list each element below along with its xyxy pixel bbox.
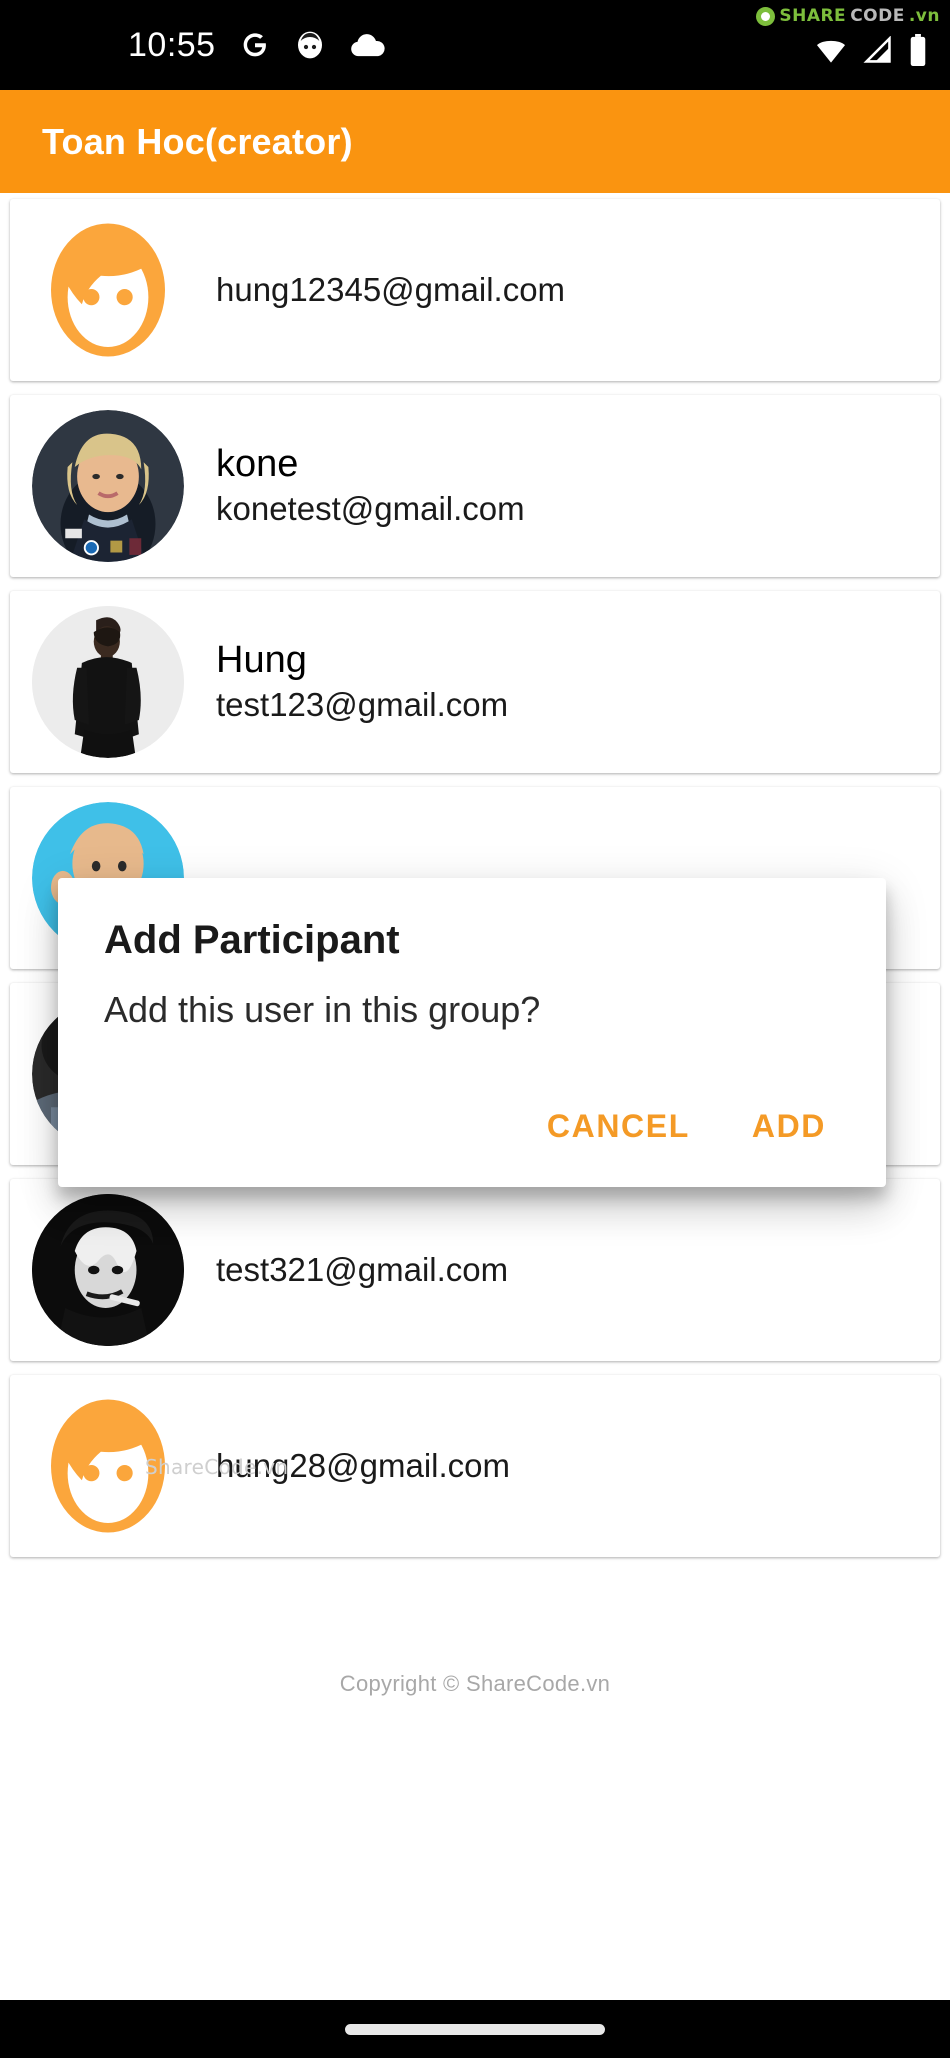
participant-name: kone <box>216 442 299 485</box>
home-gesture-pill[interactable] <box>345 2023 605 2035</box>
cancel-button[interactable]: CANCEL <box>523 1092 714 1161</box>
status-bar: 10:55 SHARE CODE .vn <box>0 0 950 90</box>
list-item[interactable]: Hung test123@gmail.com <box>10 591 940 773</box>
watermark-share-text: SHARE <box>779 6 847 26</box>
avatar <box>32 410 184 562</box>
list-item[interactable]: test321@gmail.com <box>10 1179 940 1361</box>
avatar <box>32 1194 184 1346</box>
list-item-text: hung12345@gmail.com <box>216 269 565 312</box>
avatar <box>32 606 184 758</box>
dialog-actions: CANCEL ADD <box>104 1092 850 1187</box>
dialog-title: Add Participant <box>104 918 400 962</box>
participant-email: konetest@gmail.com <box>216 490 525 528</box>
dialog-message: Add this user in this group? <box>104 989 541 1030</box>
copyright-text: Copyright © ShareCode.vn <box>339 1671 611 1696</box>
watermark-code-text: CODE <box>850 6 905 26</box>
list-item[interactable]: hung12345@gmail.com <box>10 199 940 381</box>
inline-sharecode-watermark: ShareCode.vn <box>145 1455 289 1479</box>
participant-name: Hung <box>216 638 307 681</box>
participant-email: hung12345@gmail.com <box>216 270 566 308</box>
participant-email: test321@gmail.com <box>216 1250 509 1288</box>
avatar <box>32 214 184 366</box>
status-bar-right-group <box>814 34 928 66</box>
add-button[interactable]: ADD <box>728 1092 850 1161</box>
sharecode-watermark-logo: SHARE CODE .vn <box>756 6 940 26</box>
list-item-text: test321@gmail.com <box>216 1249 508 1292</box>
status-bar-left-group: 10:55 <box>128 28 386 62</box>
messenger-bot-icon <box>294 29 326 61</box>
status-bar-clock: 10:55 <box>128 26 216 64</box>
page-title: Toan Hoc(creator) <box>42 120 353 162</box>
google-g-icon <box>238 28 272 62</box>
cellular-signal-icon <box>862 36 894 64</box>
list-item-text: kone konetest@gmail.com <box>216 441 525 531</box>
battery-icon <box>908 34 928 66</box>
wifi-icon <box>814 36 848 64</box>
cloud-icon <box>348 29 386 61</box>
system-navigation-bar <box>0 2000 950 2058</box>
app-bar: Toan Hoc(creator) <box>0 90 950 193</box>
list-item-text: Hung test123@gmail.com <box>216 637 508 727</box>
list-item[interactable]: kone konetest@gmail.com <box>10 395 940 577</box>
watermark-tld-text: .vn <box>908 6 940 26</box>
sharecode-logo-mark <box>756 6 776 26</box>
add-participant-dialog: Add Participant Add this user in this gr… <box>58 878 886 1187</box>
participant-email: test123@gmail.com <box>216 686 509 724</box>
